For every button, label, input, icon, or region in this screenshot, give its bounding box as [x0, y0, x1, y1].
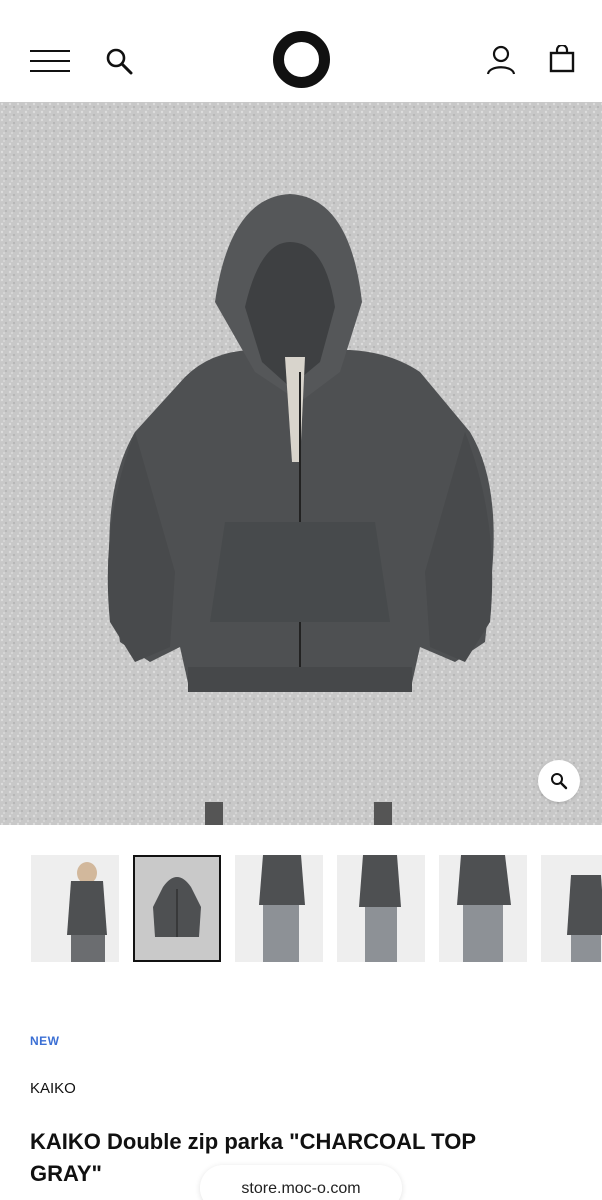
thumbnail-strip — [0, 855, 602, 963]
thumbnail-4[interactable] — [337, 855, 425, 962]
site-logo[interactable] — [273, 31, 330, 88]
site-header — [0, 0, 602, 102]
thumbnail-6[interactable] — [541, 855, 602, 962]
magnifier-icon — [551, 773, 568, 790]
product-brand[interactable]: KAIKO — [30, 1080, 76, 1097]
thumbnail-2[interactable] — [133, 855, 221, 962]
thumbnail-3[interactable] — [235, 855, 323, 962]
browser-address-bar[interactable]: store.moc-o.com — [200, 1165, 402, 1200]
product-main-image[interactable] — [0, 102, 602, 825]
new-badge: NEW — [30, 1034, 60, 1048]
thumbnail-1[interactable] — [31, 855, 119, 962]
shopping-bag-icon[interactable] — [548, 43, 576, 73]
user-icon[interactable] — [485, 45, 517, 75]
thumbnail-5[interactable] — [439, 855, 527, 962]
hamburger-menu-icon[interactable] — [30, 50, 70, 72]
zoom-button[interactable] — [538, 760, 580, 802]
search-icon[interactable] — [104, 46, 134, 76]
